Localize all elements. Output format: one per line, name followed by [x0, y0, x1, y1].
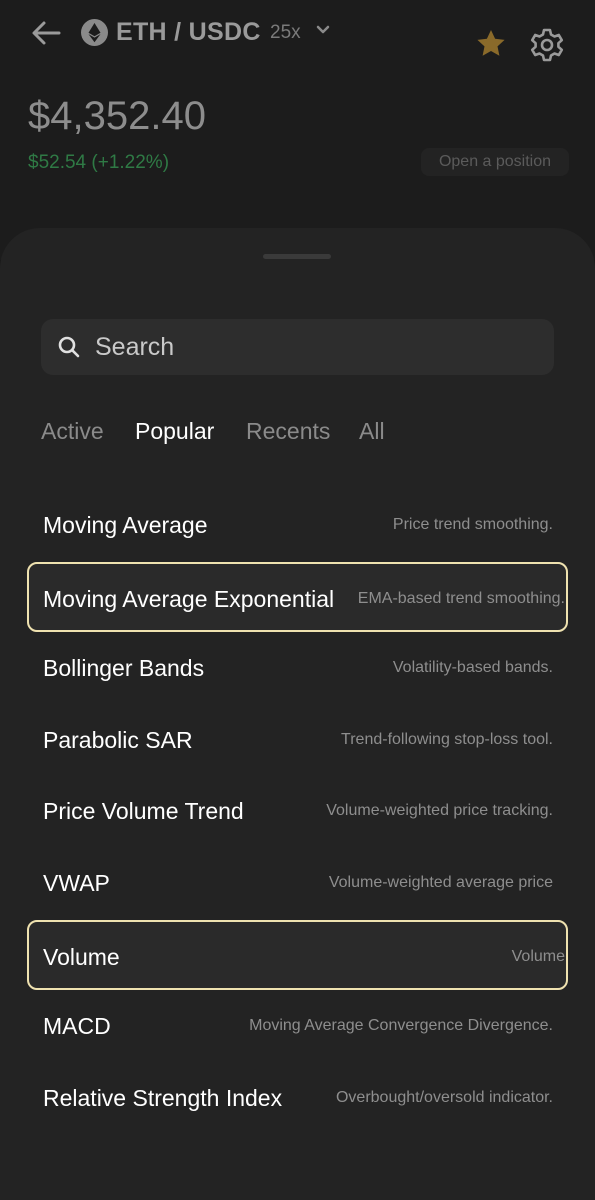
indicator-description: Price trend smoothing. [392, 516, 553, 533]
list-item-macd[interactable]: MACD Moving Average Convergence Divergen… [27, 991, 568, 1061]
indicator-name: Volume [43, 944, 120, 970]
eth-coin-icon [81, 19, 108, 46]
indicator-description: Moving Average Convergence Divergence. [249, 1017, 553, 1034]
list-item-relative-strength-index[interactable]: Relative Strength Index Overbought/overs… [27, 1063, 568, 1133]
tab-popular[interactable]: Popular [135, 418, 214, 445]
indicator-description: Volume [511, 948, 565, 965]
tab-all[interactable]: All [359, 418, 385, 445]
indicator-description: EMA-based trend smoothing. [357, 590, 565, 607]
list-item-vwap[interactable]: VWAP Volume-weighted average price [27, 848, 568, 918]
indicator-name: MACD [43, 1013, 111, 1039]
chevron-down-icon[interactable] [316, 25, 330, 35]
indicator-name: Relative Strength Index [43, 1085, 283, 1111]
indicator-name: Price Volume Trend [43, 798, 244, 824]
indicator-description: Overbought/oversold indicator. [335, 1089, 553, 1106]
market-pair-title[interactable]: ETH / USDC [116, 18, 261, 47]
list-item-volume[interactable]: Volume Volume [27, 920, 568, 990]
list-item-price-volume-trend[interactable]: Price Volume Trend Volume-weighted price… [27, 776, 568, 846]
list-item-bollinger-bands[interactable]: Bollinger Bands Volatility-based bands. [27, 633, 568, 703]
list-item-moving-average[interactable]: Moving Average Price trend smoothing. [27, 490, 568, 560]
last-price: $4,352.40 [28, 94, 206, 138]
leverage-label[interactable]: 25x [270, 22, 301, 44]
sheet-drag-handle[interactable] [263, 254, 331, 259]
indicator-description: Volume-weighted average price [328, 874, 553, 891]
indicator-name: Bollinger Bands [43, 655, 205, 681]
indicator-name: Parabolic SAR [43, 727, 193, 753]
open-position-button[interactable]: Open a position [421, 148, 569, 176]
indicator-name: Moving Average [43, 512, 208, 538]
search-input[interactable] [95, 319, 535, 375]
list-item-moving-average-exponential[interactable]: Moving Average Exponential EMA-based tre… [27, 562, 568, 632]
top-bar: ETH / USDC 25x [0, 0, 595, 80]
back-arrow-icon[interactable] [30, 18, 62, 48]
star-icon[interactable] [474, 27, 508, 61]
indicator-description: Volume-weighted price tracking. [326, 802, 553, 819]
indicator-description: Volatility-based bands. [392, 659, 553, 676]
price-change: $52.54 (+1.22%) [28, 152, 170, 173]
search-bar[interactable] [41, 319, 554, 375]
indicator-name: VWAP [43, 870, 110, 896]
tab-recents[interactable]: Recents [246, 418, 330, 445]
search-icon [58, 336, 80, 358]
indicator-name: Moving Average Exponential [43, 586, 335, 612]
indicator-description: Trend-following stop-loss tool. [341, 731, 553, 748]
gear-icon[interactable] [529, 27, 565, 63]
indicator-sheet: Active Popular Recents All Moving Averag… [0, 228, 595, 1200]
tab-active[interactable]: Active [41, 418, 104, 445]
list-item-parabolic-sar[interactable]: Parabolic SAR Trend-following stop-loss … [27, 705, 568, 775]
